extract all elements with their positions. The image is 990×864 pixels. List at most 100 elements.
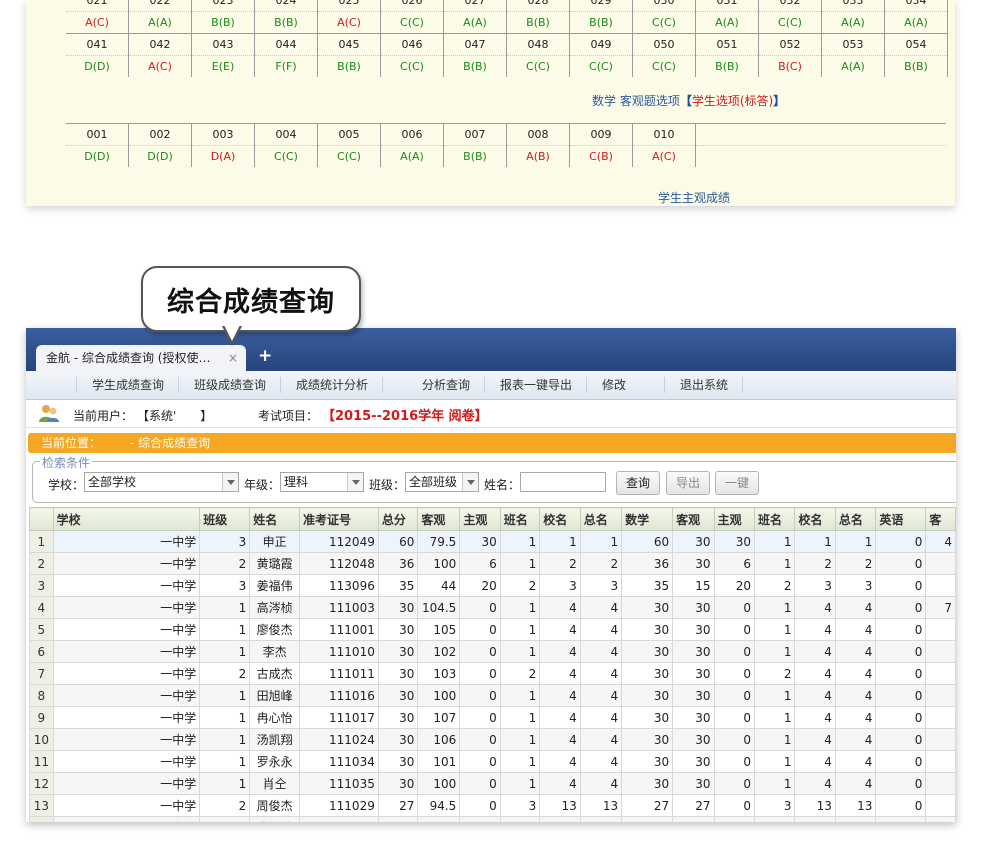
- answer-cell: B(B): [254, 11, 318, 34]
- chevron-down-icon[interactable]: [462, 473, 478, 491]
- column-header[interactable]: 班级: [199, 507, 251, 531]
- table-cell: 一中学: [52, 684, 201, 707]
- menu-student-scores[interactable]: 学生成绩查询: [92, 371, 164, 399]
- class-select[interactable]: 全部班级: [405, 472, 479, 492]
- table-row[interactable]: 7 一中学 2 古成杰 111011 30 103 0 2 4 4 30 30 0 2 4 4 0: [29, 662, 956, 685]
- objective-answers-panel: 021 022 023 024 025 026 027 028 029 030 031 032 033 0…: [26, 0, 955, 206]
- column-header[interactable]: 班名: [754, 507, 796, 531]
- bracket-close: 】: [773, 94, 786, 108]
- answer-cell: B(B): [443, 55, 507, 77]
- table-row[interactable]: 9 一中学 1 冉心怡 111017 30 107 0 1 4 4 30 30 0 1 4 4 0: [29, 706, 956, 729]
- menu-analysis-query[interactable]: 分析查询: [422, 371, 470, 399]
- table-row[interactable]: 1 一中学 3 申正 112049 60 79.5 30 1 1 1 60 30 30 1 1 1 0 4: [29, 530, 956, 553]
- column-header[interactable]: 客观: [672, 507, 715, 531]
- table-cell: 2: [579, 552, 623, 575]
- column-header[interactable]: 总名: [579, 507, 623, 531]
- table-cell: 35: [621, 574, 674, 597]
- table-cell: 0: [875, 530, 927, 553]
- table-row[interactable]: 11 一中学 1 罗永永 111034 30 101 0 1 4 4 30 30 0 1 4 4 0: [29, 750, 956, 773]
- column-header[interactable]: 主观: [713, 507, 756, 531]
- question-number: 010: [632, 123, 696, 146]
- table-cell: 13: [579, 816, 623, 822]
- column-header[interactable]: 客观: [417, 507, 461, 531]
- table-cell: 105: [417, 618, 461, 641]
- table-cell: 0: [459, 706, 501, 729]
- table-cell: 4: [834, 706, 877, 729]
- row-number: 7: [29, 662, 54, 685]
- table-cell: 4: [539, 750, 581, 773]
- column-header[interactable]: 学校: [52, 507, 201, 531]
- table-cell: 30: [672, 640, 715, 663]
- table-cell: 30: [377, 728, 419, 751]
- menu-class-scores[interactable]: 班级成绩查询: [194, 371, 266, 399]
- table-row[interactable]: 10 一中学 1 汤凯翔 111024 30 106 0 1 4 4 30 30 0 1 4 4 0: [29, 728, 956, 751]
- onekey-export-button[interactable]: 一键: [715, 471, 759, 495]
- menu-logout[interactable]: 退出系统: [680, 371, 728, 399]
- table-cell: [925, 706, 956, 729]
- question-number-row: 001 002 003 004 005 006 007 008 009 010: [66, 123, 946, 146]
- table-row[interactable]: 4 一中学 1 高涔桢 111003 30 104.5 0 1 4 4 30 30 0 1 4 4 0 7: [29, 596, 956, 619]
- column-header[interactable]: 客: [925, 507, 956, 531]
- column-header[interactable]: 主观: [459, 507, 501, 531]
- search-legend: 检索条件: [40, 454, 93, 471]
- table-row[interactable]: 8 一中学 1 田旭峰 111016 30 100 0 1 4 4 30 30 0 1 4 4 0: [29, 684, 956, 707]
- column-header[interactable]: 数学: [621, 507, 674, 531]
- question-number: 044: [254, 33, 318, 56]
- table-row[interactable]: 6 一中学 1 李杰 111010 30 102 0 1 4 4 30 30 0 1 4 4 0: [29, 640, 956, 663]
- table-cell: 4: [579, 640, 623, 663]
- name-label: 姓名：: [484, 478, 521, 492]
- question-number: 054: [884, 33, 948, 56]
- column-header[interactable]: 姓名: [249, 507, 300, 531]
- table-cell: 30: [621, 772, 674, 795]
- column-header[interactable]: 英语: [875, 507, 927, 531]
- question-number: 034: [884, 0, 948, 12]
- breadcrumb-label: 当前位置：: [41, 436, 102, 450]
- table-row[interactable]: 2 一中学 2 黄璐霞 112048 36 100 6 1 2 2 36 30 6 1 2 2 0: [29, 552, 956, 575]
- grade-select[interactable]: 理科: [280, 472, 364, 492]
- query-button[interactable]: 查询: [616, 471, 660, 495]
- browser-tab[interactable]: 金航 - 综合成绩查询 (授权使… ×: [36, 345, 246, 371]
- table-cell: 111016: [298, 684, 379, 707]
- table-cell: 102: [417, 640, 461, 663]
- answer-cell: D(D): [66, 55, 129, 77]
- table-row[interactable]: 3 一中学 3 姜福伟 113096 35 44 20 2 3 3 35 15 20 2 3 3 0: [29, 574, 956, 597]
- table-cell: 一中学: [52, 574, 201, 597]
- menu-modify[interactable]: 修改: [602, 371, 626, 399]
- table-row[interactable]: 14一中学1陈静波1110282710003131327270313130: [29, 816, 956, 822]
- table-cell: 4: [579, 662, 623, 685]
- table-cell: 13: [539, 816, 581, 822]
- answer-cell: B(B): [506, 11, 570, 34]
- menu-score-statistics[interactable]: 成绩统计分析: [296, 371, 368, 399]
- table-cell: 111028: [298, 816, 379, 822]
- table-cell: 肖仝: [249, 772, 300, 795]
- chevron-down-icon[interactable]: [347, 473, 363, 491]
- table-cell: 0: [713, 618, 756, 641]
- table-row[interactable]: 13 一中学 2 周俊杰 111029 27 94.5 0 3 13 13 27 27 0 3 13 13 0: [29, 794, 956, 817]
- column-header[interactable]: 校名: [794, 507, 836, 531]
- menu-report-export[interactable]: 报表一键导出: [500, 371, 572, 399]
- column-header[interactable]: [29, 507, 54, 531]
- close-icon[interactable]: ×: [228, 345, 238, 371]
- table-cell: 30: [672, 684, 715, 707]
- column-header[interactable]: 校名: [539, 507, 581, 531]
- table-row[interactable]: 5 一中学 1 廖俊杰 111001 30 105 0 1 4 4 30 30 0 1 4 4 0: [29, 618, 956, 641]
- table-cell: 94.5: [417, 794, 461, 817]
- school-select[interactable]: 全部学校: [84, 472, 239, 492]
- column-header[interactable]: 准考证号: [298, 507, 379, 531]
- column-header[interactable]: 总分: [377, 507, 419, 531]
- answer-row: A(C) A(A) B(B) B(B) A(C) C(C) A(A) B(B) B(B) C(C)…: [66, 11, 948, 34]
- table-cell: 6: [459, 552, 501, 575]
- table-row[interactable]: 12 一中学 1 肖仝 111035 30 100 0 1 4 4 30 30 0 1 4 4 0: [29, 772, 956, 795]
- table-cell: 4: [539, 684, 581, 707]
- table-cell: 30: [621, 618, 674, 641]
- export-button[interactable]: 导出: [666, 471, 710, 495]
- column-header[interactable]: 总名: [834, 507, 877, 531]
- answer-cell: B(B): [695, 55, 759, 77]
- question-number: 001: [66, 123, 129, 146]
- column-header[interactable]: 班名: [499, 507, 541, 531]
- table-cell: 4: [834, 684, 877, 707]
- name-input[interactable]: [520, 472, 606, 492]
- chevron-down-icon[interactable]: [222, 473, 238, 491]
- menu-divider: [586, 377, 587, 393]
- new-tab-icon[interactable]: +: [258, 346, 272, 366]
